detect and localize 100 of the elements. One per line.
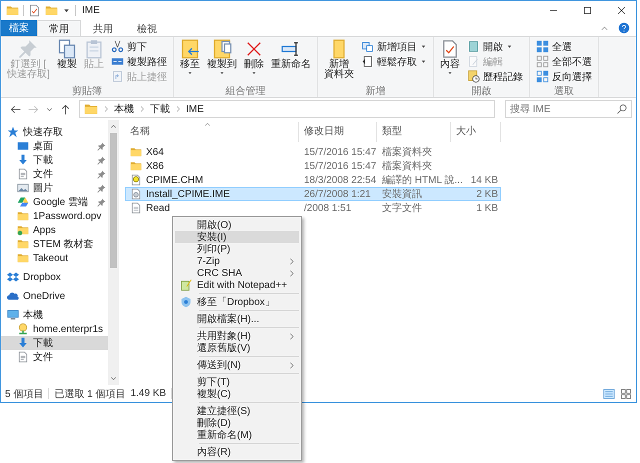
pin-icon xyxy=(97,142,106,150)
menu-item[interactable]: 內容(R) xyxy=(175,446,299,458)
sidebar-item[interactable]: 文件 xyxy=(1,350,108,364)
sidebar-item[interactable]: 圖片 xyxy=(1,181,108,195)
caret-icon xyxy=(420,43,427,50)
breadcrumb[interactable]: 本機 xyxy=(114,102,134,116)
menu-item[interactable]: Edit with Notepad++ xyxy=(175,279,299,291)
menu-item[interactable]: 安裝(I) xyxy=(175,231,299,243)
file-type: 檔案資料夾 xyxy=(382,147,432,158)
ribbon-tab[interactable]: 檢視 xyxy=(125,20,169,36)
file-size: 2 KB xyxy=(476,188,498,200)
menu-item[interactable]: 開啟(O) xyxy=(175,219,299,231)
copy-icon xyxy=(56,39,77,59)
menu-item[interactable]: 剪下(T) xyxy=(175,376,299,388)
ribbon-button[interactable]: 刪除 xyxy=(242,39,266,86)
modified-date: 26/7/2008 1:21 xyxy=(304,188,371,200)
ribbon-button[interactable]: 歷程記錄 xyxy=(464,69,525,84)
file-tab[interactable]: 檔案 xyxy=(1,20,37,36)
menu-item[interactable]: 刪除(D) xyxy=(175,417,299,429)
ribbon-button[interactable]: 複製到 xyxy=(204,39,239,86)
column-header[interactable]: 名稱 xyxy=(125,122,299,142)
large-icons-view-icon[interactable] xyxy=(620,388,632,400)
file-row[interactable]: Install_CPIME.IME 26/7/2008 1:21 安裝資訊 2 KB xyxy=(125,187,501,201)
sidebar-item[interactable]: 快速存取 xyxy=(1,125,108,139)
menu-item[interactable]: 7-Zip xyxy=(175,255,299,267)
search-field[interactable]: 搜尋 IME xyxy=(505,100,632,118)
ribbon-button[interactable]: 新增 資料夾 xyxy=(322,39,356,86)
menu-item[interactable]: CRC SHA xyxy=(175,267,299,279)
sidebar-item[interactable]: STEM 教材套 xyxy=(1,237,108,251)
selection-size: 1.49 KB xyxy=(130,388,166,399)
file-row[interactable]: Read /2008 1:51 文字文件 1 KB xyxy=(125,201,501,215)
ribbon-button[interactable]: 新增項目 xyxy=(358,39,429,54)
document-icon xyxy=(17,351,29,363)
properties-icon[interactable] xyxy=(28,4,41,17)
sidebar-item[interactable]: 下載 xyxy=(1,336,108,350)
sidebar-item[interactable]: 文件 xyxy=(1,167,108,181)
file-row[interactable]: CPIME.CHM 18/3/2008 22:54 編譯的 HTML 說... 14 KB xyxy=(125,173,501,187)
caret-icon xyxy=(420,58,427,65)
pin-icon xyxy=(97,198,106,206)
menu-item[interactable]: 還原舊版(V) xyxy=(175,342,299,354)
group-label: 剪貼簿 xyxy=(70,86,103,97)
ribbon-button[interactable]: 剪下 xyxy=(108,39,169,54)
sidebar-item[interactable]: 桌面 xyxy=(1,139,108,153)
ribbon-tab[interactable]: 共用 xyxy=(81,20,125,36)
cloud-icon xyxy=(7,290,19,302)
column-header[interactable]: 修改日期 xyxy=(299,122,377,142)
sidebar-item[interactable]: Google 雲端 xyxy=(1,195,108,209)
ribbon-button[interactable]: 輕鬆存取 xyxy=(358,54,429,69)
menu-item[interactable]: 建立捷徑(S) xyxy=(175,405,299,417)
ribbon-button[interactable]: 重新命名 xyxy=(268,39,313,86)
group-label: 組合管理 xyxy=(224,86,266,97)
chevron-icon xyxy=(102,105,110,113)
star-icon xyxy=(7,126,19,138)
ribbon-button[interactable]: 全部不選 xyxy=(534,54,594,69)
setup-file-icon xyxy=(130,188,142,200)
folder-copy-icon xyxy=(212,39,232,59)
menu-item[interactable]: 開啟檔案(H)... xyxy=(175,313,299,325)
column-header[interactable]: 類型 xyxy=(377,122,451,142)
close-icon xyxy=(616,5,626,16)
column-header[interactable]: 大小 xyxy=(451,122,501,142)
caret-icon xyxy=(506,43,513,50)
network-drive-icon xyxy=(17,323,29,335)
sidebar-item[interactable]: home.enterpr1s xyxy=(1,322,108,336)
download-icon xyxy=(17,154,29,166)
details-view-icon[interactable] xyxy=(603,388,615,400)
scrollbar[interactable] xyxy=(108,120,119,385)
sidebar-item[interactable]: 1Password.opv xyxy=(1,209,108,223)
address-bar[interactable]: 本機 下載 IME xyxy=(79,100,495,118)
modified-date: /2008 1:51 xyxy=(304,202,352,214)
ribbon-button[interactable]: 移至 xyxy=(178,39,202,86)
ribbon-button[interactable]: 開啟 xyxy=(464,39,525,54)
sidebar-item[interactable]: Dropbox xyxy=(1,270,108,284)
menu-item[interactable]: 複製(C) xyxy=(175,388,299,400)
ribbon-button[interactable]: 全選 xyxy=(534,39,594,54)
menu-item[interactable]: 移至「Dropbox」 xyxy=(175,296,299,308)
pin-icon xyxy=(97,184,106,192)
file-row[interactable]: X86 15/7/2016 15:47 檔案資料夾 xyxy=(125,159,501,173)
breadcrumb[interactable]: 下載 xyxy=(150,102,170,116)
menu-item[interactable]: 傳送到(N) xyxy=(175,359,299,371)
sidebar-item[interactable]: Apps xyxy=(1,223,108,237)
shortcut-icon xyxy=(360,55,374,68)
pin-icon xyxy=(97,170,106,178)
menu-item[interactable]: 共用對象(H) xyxy=(175,330,299,342)
sidebar-item[interactable]: 本機 xyxy=(1,308,108,322)
new-item-icon xyxy=(360,40,374,53)
search-icon[interactable] xyxy=(616,103,628,115)
menu-item[interactable]: 列印(P) xyxy=(175,243,299,255)
help-icon[interactable] xyxy=(618,22,630,34)
breadcrumb[interactable]: IME xyxy=(186,104,204,114)
ribbon-button[interactable]: 內容 xyxy=(438,39,462,86)
modified-date: 15/7/2016 15:47 xyxy=(304,160,376,172)
ribbon-button[interactable]: 反向選擇 xyxy=(534,69,594,84)
file-row[interactable]: X64 15/7/2016 15:47 檔案資料夾 xyxy=(125,145,501,159)
ribbon-button[interactable]: 複製路徑 xyxy=(108,54,169,69)
sidebar-item[interactable]: Takeout xyxy=(1,251,108,265)
sidebar-item[interactable]: 下載 xyxy=(1,153,108,167)
sidebar-item[interactable]: OneDrive xyxy=(1,289,108,303)
menu-item[interactable]: 重新命名(M) xyxy=(175,429,299,441)
ribbon-button[interactable]: 複製 xyxy=(54,39,79,86)
ribbon-tab[interactable]: 常用 xyxy=(37,20,81,36)
